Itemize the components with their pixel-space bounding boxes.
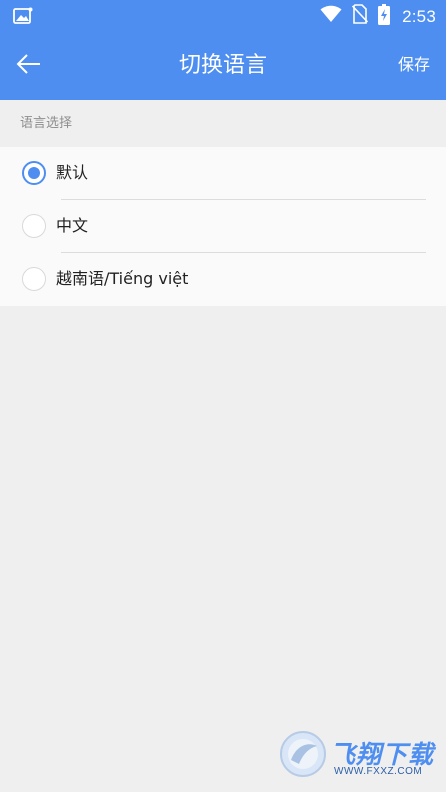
save-button[interactable]: 保存	[398, 32, 430, 100]
watermark-logo: 飞翔下载 WWW.FXXZ.COM	[279, 730, 439, 782]
status-time: 2:53	[402, 6, 436, 26]
radio-button[interactable]	[22, 267, 46, 291]
language-label: 中文	[56, 216, 89, 235]
status-bar: 2:53	[0, 0, 446, 32]
language-list: 默认 中文 越南语/Tiếng việt	[0, 147, 446, 306]
page-title: 切换语言	[178, 53, 267, 78]
watermark-url: WWW.FXXZ.COM	[334, 766, 423, 777]
language-label: 默认	[56, 163, 89, 182]
language-label: 越南语/Tiếng việt	[56, 269, 189, 288]
radio-button[interactable]	[22, 161, 46, 185]
arrow-left-icon	[16, 53, 42, 79]
radio-button[interactable]	[22, 214, 46, 238]
watermark-emblem-icon	[279, 730, 327, 778]
wifi-icon	[320, 5, 342, 27]
language-option-vietnamese[interactable]: 越南语/Tiếng việt	[0, 253, 446, 306]
image-icon	[13, 7, 33, 25]
no-sim-icon	[352, 4, 369, 28]
app-bar: 切换语言 保存	[0, 32, 446, 100]
section-header: 语言选择	[20, 116, 73, 131]
language-option-default[interactable]: 默认	[0, 147, 446, 200]
language-option-chinese[interactable]: 中文	[0, 200, 446, 253]
back-button[interactable]	[14, 51, 44, 81]
battery-charging-icon	[378, 3, 391, 29]
